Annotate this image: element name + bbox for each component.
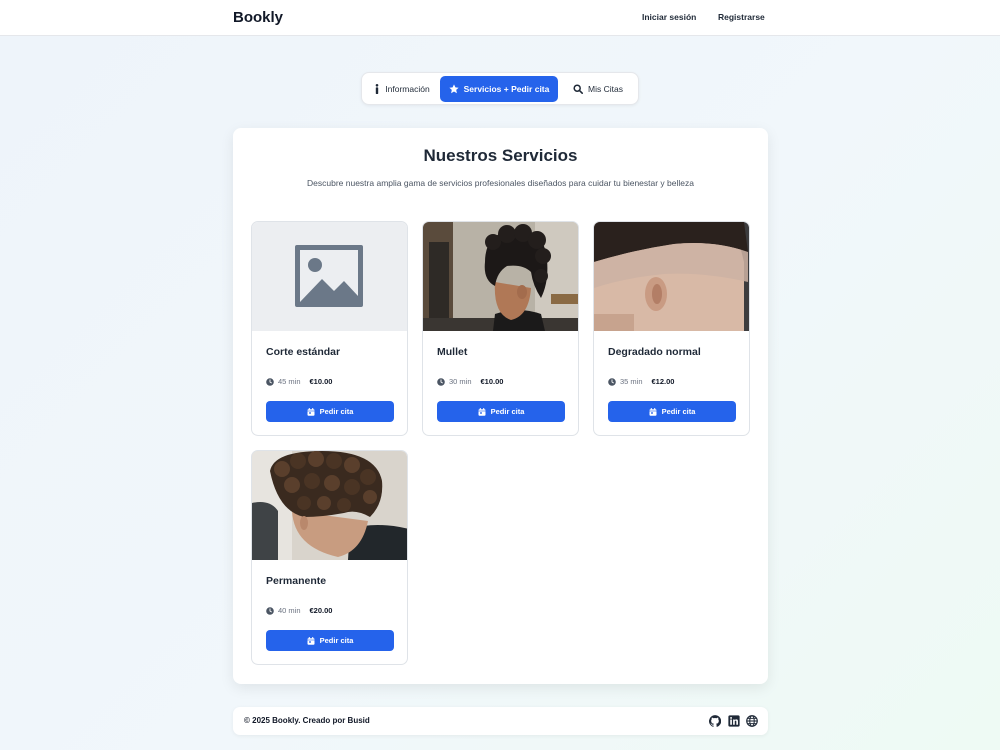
info-icon [375,84,379,94]
service-duration: 35 min [620,377,643,386]
service-image [252,451,407,560]
service-price: €10.00 [309,377,333,386]
service-image [423,222,578,331]
calendar-icon [307,636,315,645]
linkedin-icon[interactable] [728,715,740,727]
login-link[interactable]: Iniciar sesión [642,12,696,22]
calendar-icon [307,407,315,416]
service-duration: 30 min [449,377,472,386]
service-duration: 40 min [278,606,301,615]
footer: © 2025 Bookly. Creado por Busid [233,707,768,735]
book-appointment-button[interactable]: Pedir cita [266,630,394,651]
service-duration: 45 min [278,377,301,386]
button-label: Pedir cita [661,407,696,416]
service-name: Permanente [266,575,327,587]
book-appointment-button[interactable]: Pedir cita [437,401,565,422]
services-panel: Nuestros Servicios Descubre nuestra ampl… [233,128,768,684]
service-image [252,222,407,331]
button-label: Pedir cita [319,636,354,645]
tab-label: Información [385,84,430,94]
service-name: Mullet [437,346,468,358]
page-subtitle: Descubre nuestra amplia gama de servicio… [307,178,694,188]
tab-label: Servicios + Pedir cita [463,84,550,94]
service-price: €20.00 [309,606,333,615]
service-name: Corte estándar [266,346,341,358]
tab-label: Mis Citas [588,84,623,94]
star-icon [449,84,459,94]
button-label: Pedir cita [490,407,525,416]
service-meta: 35 min €12.00 [608,377,674,386]
service-card: Permanente 40 min €20.00 Pedir cita [251,450,408,665]
brand-logo[interactable]: Bookly [233,9,283,26]
fade-haircut-photo [594,222,749,331]
image-placeholder-icon [295,245,363,307]
clock-icon [266,377,274,386]
tab-mis-citas[interactable]: Mis Citas [562,76,634,102]
footer-copyright: © 2025 Bookly. Creado por Busid [244,716,370,725]
page-title: Nuestros Servicios [423,146,578,165]
service-price: €10.00 [480,377,504,386]
service-card: Mullet 30 min €10.00 Pedir cita [422,221,579,436]
button-label: Pedir cita [319,407,354,416]
globe-icon[interactable] [746,715,758,727]
mullet-haircut-photo [423,222,578,331]
calendar-icon [649,407,657,416]
book-appointment-button[interactable]: Pedir cita [266,401,394,422]
service-meta: 45 min €10.00 [266,377,332,386]
register-link[interactable]: Registrarse [718,12,765,22]
clock-icon [266,606,274,615]
tab-informacion[interactable]: Información [366,76,438,102]
service-meta: 30 min €10.00 [437,377,503,386]
section-tabs: Información Servicios + Pedir cita Mis C… [361,72,639,105]
service-name: Degradado normal [608,346,701,358]
service-price: €12.00 [651,377,675,386]
service-image [594,222,749,331]
clock-icon [437,377,445,386]
service-card: Corte estándar 45 min €10.00 Pedir cita [251,221,408,436]
tab-servicios[interactable]: Servicios + Pedir cita [440,76,558,102]
clock-icon [608,377,616,386]
github-icon[interactable] [709,715,721,727]
book-appointment-button[interactable]: Pedir cita [608,401,736,422]
calendar-icon [478,407,486,416]
perm-haircut-photo [252,451,407,560]
search-icon [573,84,584,94]
top-navbar: Bookly Iniciar sesión Registrarse [0,0,1000,36]
service-meta: 40 min €20.00 [266,606,332,615]
service-card: Degradado normal 35 min €12.00 Pedir cit… [593,221,750,436]
